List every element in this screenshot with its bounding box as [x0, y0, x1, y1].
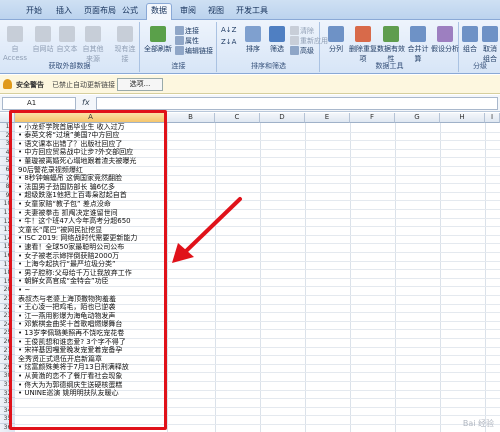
- tab-review[interactable]: 审阅: [176, 4, 200, 20]
- group-button[interactable]: 组合: [460, 26, 480, 54]
- column-header-d[interactable]: D: [260, 113, 305, 123]
- tab-developer[interactable]: 开发工具: [232, 4, 272, 20]
- tab-home[interactable]: 开始: [22, 4, 46, 20]
- shield-icon: [3, 79, 12, 89]
- from-text-button[interactable]: 自文本: [54, 26, 80, 54]
- tab-page-layout[interactable]: 页面布局: [80, 4, 120, 20]
- group-external-data: 自 Access 自网站 自文本 自其他来源 现有连接 获取外部数据: [0, 22, 140, 72]
- properties-icon: [175, 36, 184, 45]
- group-connections: 全部刷新 连接 属性 编辑链接 连接: [141, 22, 217, 72]
- tab-formulas[interactable]: 公式: [118, 4, 142, 20]
- clear-button[interactable]: 清除: [290, 26, 314, 36]
- column-header-i[interactable]: I: [485, 113, 500, 123]
- group-icon: [462, 26, 478, 42]
- security-warning-title: 安全警告: [16, 81, 44, 89]
- refresh-all-button[interactable]: 全部刷新: [143, 26, 173, 54]
- validation-icon: [383, 26, 399, 42]
- what-if-icon: [437, 26, 453, 42]
- group-title-external: 获取外部数据: [48, 62, 91, 70]
- edit-links-icon: [175, 46, 184, 55]
- ungroup-icon: [482, 26, 498, 42]
- tab-insert[interactable]: 插入: [52, 4, 76, 20]
- what-if-analysis-button[interactable]: 假设分析: [431, 26, 459, 54]
- column-header-f[interactable]: F: [350, 113, 395, 123]
- options-button[interactable]: 选项...: [117, 78, 163, 91]
- from-other-sources-button[interactable]: 自其他来源: [80, 26, 106, 64]
- sort-ascending-button[interactable]: A↓Z: [221, 26, 236, 34]
- sort-button[interactable]: 排序: [240, 26, 266, 54]
- connection-icon: [117, 26, 133, 42]
- data-validation-button[interactable]: 数据有效性: [377, 26, 405, 64]
- watermark: Bai 经验: [462, 419, 494, 428]
- column-header-g[interactable]: G: [395, 113, 440, 123]
- split-columns-icon: [328, 26, 344, 42]
- remove-duplicates-button[interactable]: 删除重复项: [349, 26, 377, 64]
- advanced-filter-icon: [290, 46, 299, 55]
- remove-duplicates-icon: [355, 26, 371, 42]
- filter-button[interactable]: 筛选: [264, 26, 290, 54]
- ribbon-tab-bar: 开始 插入 页面布局 公式 数据 审阅 视图 开发工具: [0, 0, 500, 21]
- sort-descending-button[interactable]: Z↓A: [221, 38, 236, 46]
- text-icon: [59, 26, 75, 42]
- group-data-tools: 分列 删除重复项 数据有效性 合并计算 假设分析 数据工具: [321, 22, 459, 72]
- from-access-button[interactable]: 自 Access: [2, 26, 28, 62]
- security-warning-bar: 安全警告 已禁止自动更新链接 选项...: [0, 75, 500, 94]
- tab-view[interactable]: 视图: [204, 4, 228, 20]
- refresh-icon: [150, 26, 166, 42]
- group-sort-filter: A↓Z Z↓A 排序 筛选 清除 重新应用 高级 排序和筛选: [218, 22, 328, 72]
- edit-links-button[interactable]: 编辑链接: [175, 46, 213, 56]
- clear-icon: [290, 26, 299, 35]
- link-icon: [175, 26, 184, 35]
- consolidate-button[interactable]: 合并计算: [405, 26, 431, 64]
- existing-connections-button[interactable]: 现有连接: [112, 26, 138, 64]
- group-outline: 组合 取消组合 分级: [460, 22, 500, 72]
- database-icon: [85, 26, 101, 42]
- ungroup-button[interactable]: 取消组合: [480, 26, 500, 64]
- connections-button[interactable]: 连接: [175, 26, 199, 36]
- reapply-icon: [290, 36, 299, 45]
- group-title-data-tools: 数据工具: [375, 62, 404, 70]
- from-web-button[interactable]: 自网站: [30, 26, 56, 54]
- group-title-connections: 连接: [171, 62, 186, 70]
- column-header-b[interactable]: B: [167, 113, 215, 123]
- formula-input[interactable]: [96, 97, 498, 110]
- web-icon: [35, 26, 51, 42]
- fx-icon[interactable]: fx: [82, 98, 90, 107]
- consolidate-icon: [410, 26, 426, 42]
- funnel-icon: [269, 26, 285, 42]
- ribbon: 自 Access 自网站 自文本 自其他来源 现有连接 获取外部数据 全部刷新 …: [0, 20, 500, 74]
- security-warning-message: 已禁止自动更新链接: [52, 81, 115, 89]
- red-arrow-icon: [172, 197, 242, 263]
- advanced-button[interactable]: 高级: [290, 46, 314, 56]
- text-to-columns-button[interactable]: 分列: [323, 26, 349, 54]
- column-header-c[interactable]: C: [215, 113, 260, 123]
- group-title-sort: 排序和筛选: [251, 62, 286, 70]
- name-box[interactable]: A1: [2, 97, 76, 110]
- group-title-outline: 分级: [473, 62, 487, 70]
- properties-button[interactable]: 属性: [175, 36, 199, 46]
- access-icon: [7, 26, 23, 42]
- column-header-e[interactable]: E: [305, 113, 350, 123]
- column-header-h[interactable]: H: [440, 113, 485, 123]
- sort-icon: [245, 26, 261, 42]
- tab-data[interactable]: 数据: [146, 3, 172, 21]
- highlight-box: [9, 110, 167, 430]
